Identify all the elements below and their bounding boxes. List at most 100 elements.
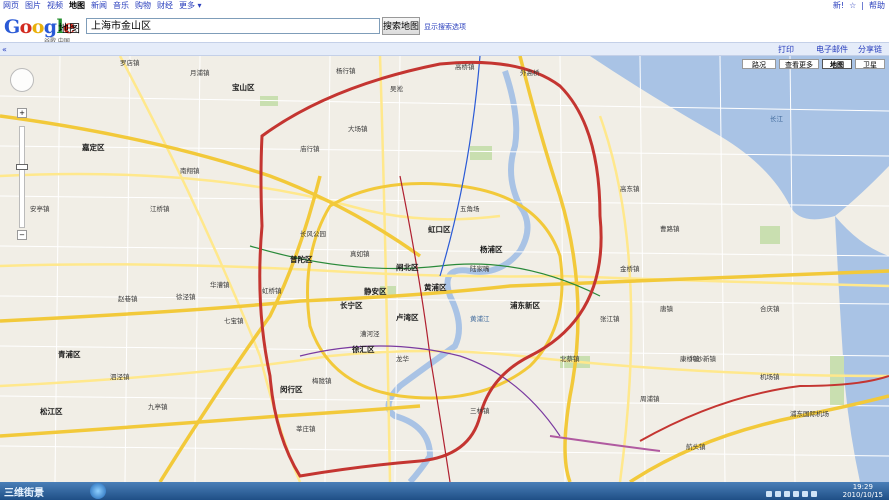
logo-sub: 地图 <box>58 22 80 35</box>
place-label: 杨浦区 <box>480 245 503 254</box>
nav-maps[interactable]: 地图 <box>69 1 85 10</box>
place-label: 龙华 <box>396 355 409 363</box>
place-label: 北蔡镇 <box>560 355 580 363</box>
yangtze-water <box>590 56 889 220</box>
place-label: 月浦镇 <box>190 69 210 77</box>
nav-finance[interactable]: 财经 <box>157 1 173 10</box>
maptype-satellite[interactable]: 卫星 <box>855 59 885 69</box>
windows-taskbar: 三维街景 19:29 2010/10/15 <box>0 482 889 500</box>
place-label: 黄浦区 <box>424 283 447 292</box>
nav-shopping[interactable]: 购物 <box>135 1 151 10</box>
place-label: 航头镇 <box>686 443 706 451</box>
print-link[interactable]: 打印 <box>778 44 794 55</box>
link-bar: « 打印 电子邮件 分享链接 <box>0 42 889 65</box>
header: Google 地图 谷歌 中国 上海市金山区 搜索地图 显示搜索选项 <box>0 12 889 45</box>
watermark: 三维街景 <box>4 488 44 499</box>
place-label: 梅陇镇 <box>312 377 332 385</box>
search-input[interactable]: 上海市金山区 <box>86 18 380 34</box>
clock-time: 19:29 <box>852 483 873 491</box>
star-icon[interactable]: ☆ <box>849 1 856 10</box>
nav-video[interactable]: 视频 <box>47 1 63 10</box>
place-label: 闵行区 <box>280 385 303 394</box>
nav-music[interactable]: 音乐 <box>113 1 129 10</box>
search-maps-button[interactable]: 搜索地图 <box>382 17 420 35</box>
clock-date: 2010/10/15 <box>842 491 883 499</box>
place-label: 陆家嘴 <box>470 265 490 273</box>
place-label: 卢湾区 <box>396 313 419 322</box>
place-label: 徐汇区 <box>352 345 375 354</box>
search-options-link[interactable]: 显示搜索选项 <box>424 22 466 32</box>
place-label: 唐镇 <box>660 305 673 313</box>
map-roads <box>0 56 889 482</box>
place-label: 江桥镇 <box>150 205 170 213</box>
place-label: 庙行镇 <box>300 145 320 153</box>
place-label: 五角场 <box>460 205 480 213</box>
place-label: 罗店镇 <box>120 59 140 67</box>
place-label: 金桥镇 <box>620 265 640 273</box>
map-canvas[interactable]: 路况 查看更多 地图 卫星 + − 罗店镇月浦镇 杨行镇 高桥镇宝山区 吴淞嘉定区南翔… <box>0 56 889 482</box>
place-label: 三林镇 <box>470 407 490 415</box>
top-bar: 网页 图片 视频 地图 新闻 音乐 购物 财经 更多 ▾ 新! ☆ | 帮助 <box>0 0 889 12</box>
help-link[interactable]: 帮助 <box>869 1 885 10</box>
place-label: 南翔镇 <box>180 167 200 175</box>
clock: 19:29 2010/10/15 <box>843 483 883 499</box>
service-nav: 网页 图片 视频 地图 新闻 音乐 购物 财经 更多 ▾ <box>3 0 208 12</box>
place-label: 周浦镇 <box>640 395 660 403</box>
start-button-icon[interactable] <box>90 483 106 499</box>
place-label: 吴淞 <box>390 85 403 93</box>
place-label: 浦东国际机场 <box>790 410 829 418</box>
place-label: 真如镇 <box>350 250 370 258</box>
place-label: 高东镇 <box>620 185 640 193</box>
place-label: 黄浦江 <box>470 315 490 323</box>
maptype-traffic[interactable]: 路况 <box>742 59 776 69</box>
place-label: 青浦区 <box>58 350 81 359</box>
nav-more[interactable]: 更多 ▾ <box>179 1 202 10</box>
zoom-slider-thumb[interactable] <box>16 164 28 170</box>
place-label: 漕河泾 <box>360 330 380 338</box>
place-label: 宝山区 <box>232 83 255 92</box>
place-label: 康桥镇 <box>680 355 700 363</box>
place-label: 虹桥镇 <box>262 287 282 295</box>
nav-web[interactable]: 网页 <box>3 1 19 10</box>
separator: | <box>861 1 864 10</box>
place-label: 泗泾镇 <box>110 373 130 381</box>
place-label: 徐泾镇 <box>176 293 196 301</box>
pan-control[interactable] <box>10 68 34 92</box>
place-label: 莘庄镇 <box>296 425 316 433</box>
place-label: 嘉定区 <box>82 143 105 152</box>
place-label: 浦东新区 <box>510 301 540 310</box>
place-label: 闸北区 <box>396 263 419 272</box>
maptype-map[interactable]: 地图 <box>822 59 852 69</box>
place-label: 张江镇 <box>600 315 620 323</box>
collapse-panel-icon[interactable]: « <box>2 45 7 54</box>
place-label: 机场镇 <box>760 373 780 381</box>
nav-images[interactable]: 图片 <box>25 1 41 10</box>
place-label: 赵巷镇 <box>118 295 138 303</box>
place-label: 长宁区 <box>340 301 363 310</box>
place-label: 合庆镇 <box>760 305 780 313</box>
zoom-slider-track[interactable] <box>19 126 25 228</box>
maptype-more[interactable]: 查看更多 <box>779 59 819 69</box>
google-maps-logo[interactable]: Google 地图 谷歌 中国 <box>4 16 86 45</box>
place-label: 七宝镇 <box>224 317 244 325</box>
place-label: 松江区 <box>40 407 63 416</box>
user-links: 新! ☆ | 帮助 <box>828 0 885 12</box>
place-label: 九亭镇 <box>148 403 168 411</box>
place-label: 外高桥 <box>520 69 540 77</box>
zoom-out-button[interactable]: − <box>17 230 27 240</box>
new-badge[interactable]: 新! <box>833 1 844 10</box>
place-label: 高桥镇 <box>455 63 475 71</box>
nav-news[interactable]: 新闻 <box>91 1 107 10</box>
place-label: 普陀区 <box>290 255 313 264</box>
place-label: 安亭镇 <box>30 205 50 213</box>
email-link[interactable]: 电子邮件 <box>816 44 848 55</box>
place-label: 长江 <box>770 115 783 123</box>
place-label: 长风公园 <box>300 230 326 238</box>
place-label: 曹路镇 <box>660 225 680 233</box>
place-label: 虹口区 <box>428 225 451 234</box>
place-label: 静安区 <box>364 287 387 296</box>
place-label: 大场镇 <box>348 125 368 133</box>
zoom-in-button[interactable]: + <box>17 108 27 118</box>
place-label: 杨行镇 <box>336 67 356 75</box>
system-tray <box>763 487 843 497</box>
